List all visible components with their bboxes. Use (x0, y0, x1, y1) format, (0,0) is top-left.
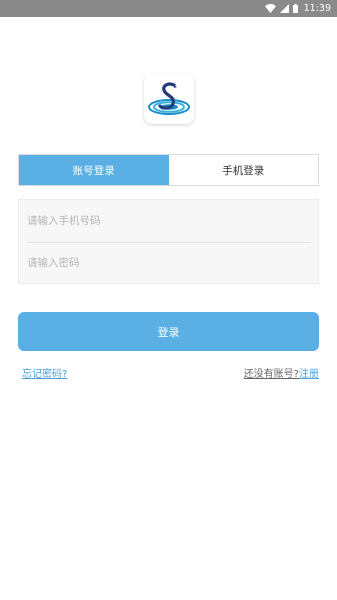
wifi-icon (264, 4, 276, 13)
phone-field (27, 201, 310, 241)
login-form (18, 199, 319, 284)
password-field (27, 243, 310, 283)
status-time: 11:39 (303, 3, 331, 14)
login-tabs: 账号登录 手机登录 (18, 154, 319, 186)
link-row: 忘记密码? 还没有账号?注册 (22, 364, 319, 380)
forgot-password-link[interactable]: 忘记密码? (22, 365, 67, 380)
app-logo (144, 74, 194, 124)
signal-icon (279, 4, 289, 13)
login-button[interactable]: 登录 (18, 312, 319, 351)
register-prompt: 还没有账号?注册 (244, 365, 319, 380)
status-icons (264, 4, 298, 13)
register-link[interactable]: 注册 (299, 369, 319, 380)
battery-icon (292, 4, 298, 13)
password-input[interactable] (27, 257, 310, 269)
no-account-text: 还没有账号? (243, 368, 299, 380)
swan-logo-icon (148, 82, 190, 115)
tab-phone-login[interactable]: 手机登录 (168, 155, 318, 185)
phone-input[interactable] (27, 215, 310, 227)
tab-account-login[interactable]: 账号登录 (19, 155, 169, 185)
status-bar: 11:39 (0, 0, 337, 17)
